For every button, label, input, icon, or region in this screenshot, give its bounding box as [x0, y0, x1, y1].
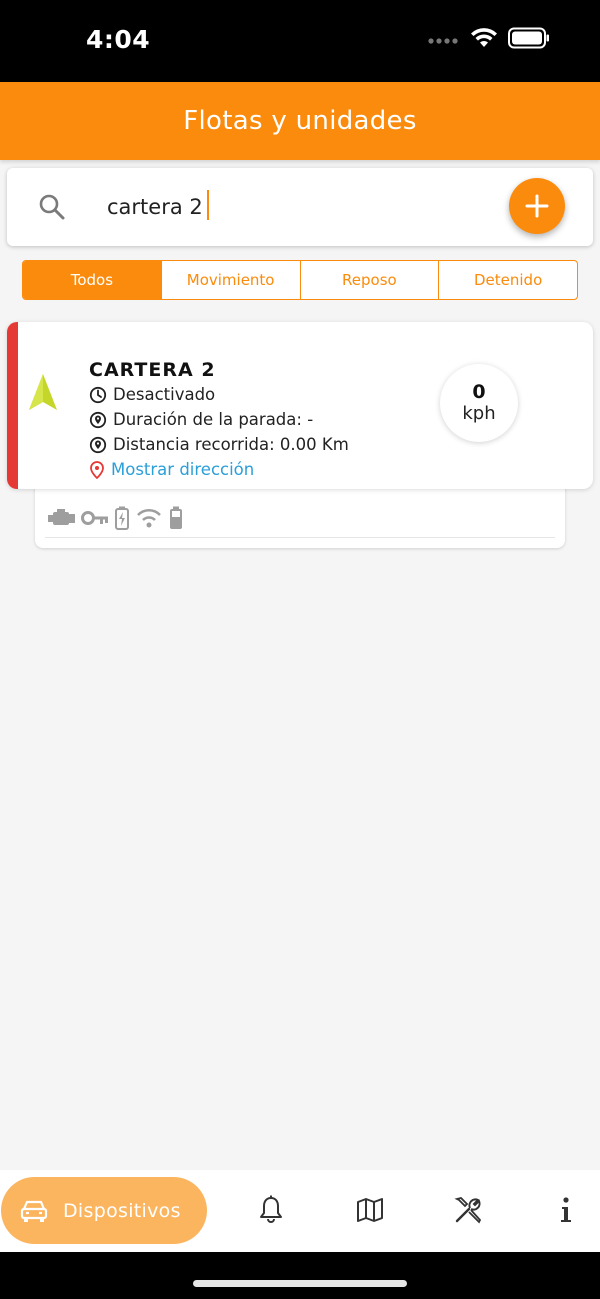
tab-todos[interactable]: Todos: [23, 261, 162, 299]
location-target-icon: [89, 436, 107, 453]
text-caret: [207, 190, 209, 220]
add-device-button[interactable]: [509, 178, 565, 234]
info-icon: [561, 1197, 571, 1222]
tab-reposo[interactable]: Reposo: [301, 261, 440, 299]
page-title: Flotas y unidades: [183, 106, 417, 136]
key-icon: [81, 507, 109, 534]
app-header: Flotas y unidades: [0, 82, 600, 160]
search-bar: [7, 168, 593, 246]
nav-tools[interactable]: [452, 1194, 484, 1226]
location-target-icon: [89, 411, 107, 428]
device-name: CARTERA 2: [89, 359, 216, 381]
status-icons: [428, 27, 550, 54]
wifi-icon: [470, 27, 498, 54]
home-indicator-area: [0, 1252, 600, 1299]
distance-row: Distancia recorrida: 0.00 Km: [89, 435, 349, 454]
bell-icon: [260, 1195, 282, 1223]
wifi-signal-icon: [135, 507, 163, 534]
device-battery-icon: [167, 506, 185, 535]
clock-icon: [89, 386, 107, 403]
nav-map[interactable]: [354, 1194, 386, 1226]
navigation-arrow-icon: [27, 372, 59, 419]
bottom-navigation: Dispositivos: [0, 1170, 600, 1252]
distance-text: Distancia recorrida: 0.00 Km: [113, 435, 349, 454]
engine-icon: [47, 507, 77, 534]
nav-dispositivos-label: Dispositivos: [63, 1199, 181, 1222]
tools-icon: [454, 1197, 482, 1224]
status-time: 4:04: [86, 25, 151, 54]
filter-tabs: Todos Movimiento Reposo Detenido: [22, 260, 578, 300]
sensor-icons: [47, 506, 185, 535]
nav-dispositivos[interactable]: Dispositivos: [1, 1177, 207, 1244]
search-icon[interactable]: [37, 192, 67, 227]
speed-value: 0: [472, 381, 486, 403]
stop-duration-row: Duración de la parada: -: [89, 410, 313, 429]
speed-unit: kph: [462, 403, 496, 424]
battery-charging-icon: [113, 506, 131, 535]
car-icon: [20, 1200, 48, 1222]
status-bar: 4:04: [0, 0, 600, 82]
battery-icon: [508, 27, 550, 54]
nav-notifications[interactable]: [255, 1194, 287, 1226]
signal-icon: [428, 32, 460, 50]
divider: [45, 537, 555, 538]
search-input[interactable]: [107, 188, 487, 226]
speed-indicator: 0 kph: [440, 364, 518, 442]
map-icon: [357, 1198, 383, 1222]
stop-duration-text: Duración de la parada: -: [113, 410, 314, 429]
show-address-text[interactable]: Mostrar dirección: [111, 460, 254, 479]
map-pin-icon: [90, 460, 104, 479]
device-status-row: Desactivado: [89, 385, 215, 404]
plus-icon: [525, 194, 549, 218]
device-card[interactable]: CARTERA 2 Desactivado Duración de la par…: [7, 322, 593, 489]
tab-movimiento[interactable]: Movimiento: [162, 261, 301, 299]
show-address-link[interactable]: Mostrar dirección: [89, 460, 254, 479]
device-status-text: Desactivado: [113, 385, 216, 404]
home-indicator[interactable]: [193, 1280, 407, 1287]
status-indicator-strip: [7, 322, 18, 489]
nav-info[interactable]: [550, 1194, 582, 1226]
tab-detenido[interactable]: Detenido: [439, 261, 577, 299]
